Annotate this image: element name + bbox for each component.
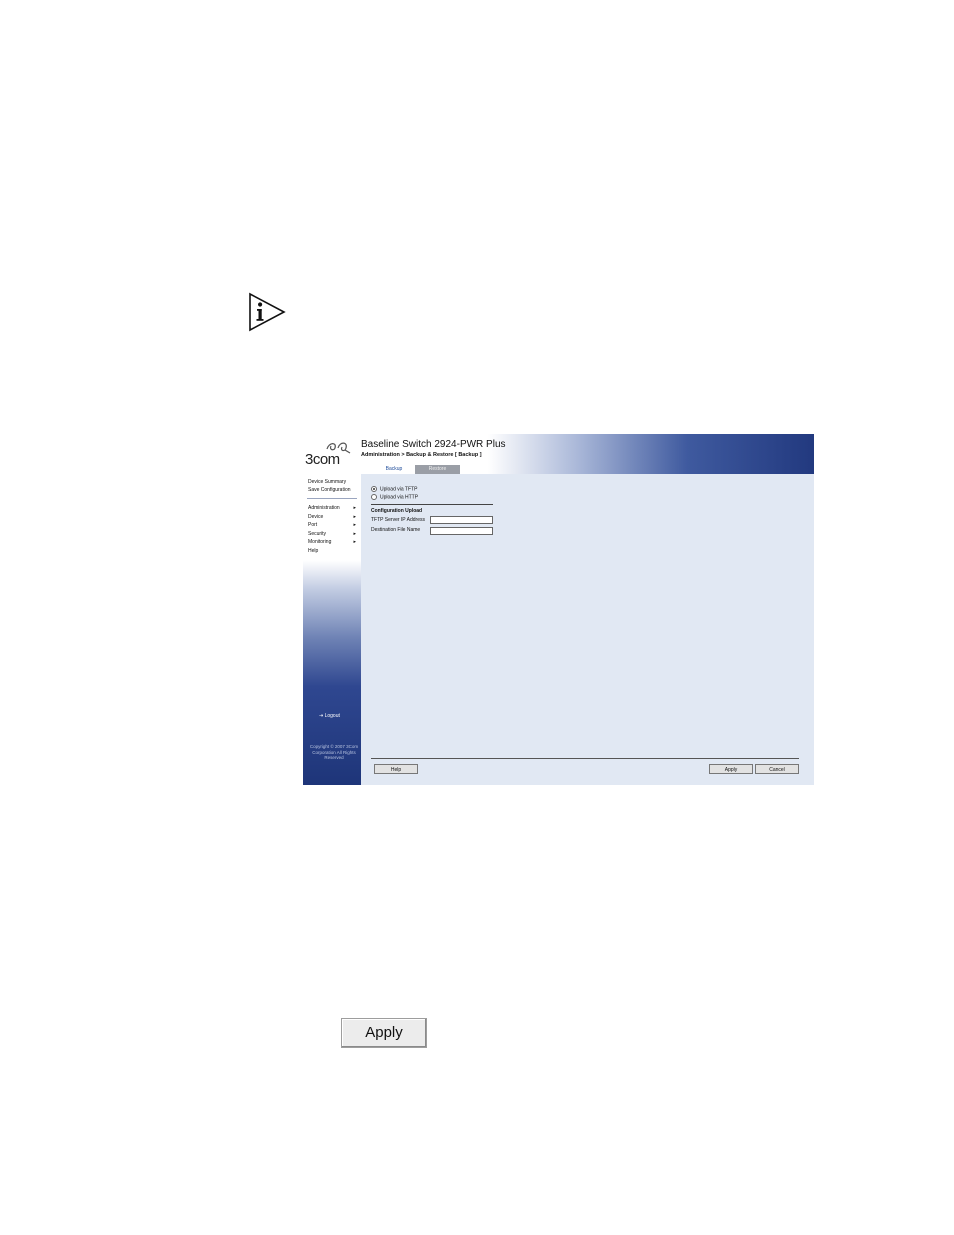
tab-restore[interactable]: Restore: [415, 465, 460, 474]
apply-button[interactable]: Apply: [709, 764, 753, 774]
copyright-text: Copyright © 2007 3Com Corporation All Ri…: [309, 744, 359, 760]
triangle-right-icon: ▸: [353, 539, 356, 545]
menu-label: Monitoring: [308, 539, 332, 545]
info-icon: [249, 292, 286, 332]
tftp-server-ip-input[interactable]: [430, 516, 493, 524]
tftp-server-ip-label: TFTP Server IP Address: [371, 517, 426, 523]
radio-button[interactable]: [371, 486, 377, 492]
menu-label: Device: [308, 514, 324, 520]
sidebar-item-security[interactable]: Security ▸: [308, 531, 356, 537]
device-summary-link[interactable]: Device Summary: [308, 479, 346, 485]
sidebar-item-administration[interactable]: Administration ▸: [308, 505, 356, 511]
radio-label: Upload via TFTP: [380, 486, 418, 493]
apply-button-example[interactable]: Apply: [341, 1018, 427, 1048]
triangle-right-icon: ▸: [353, 531, 356, 537]
menu-label: Help: [308, 548, 319, 554]
help-button[interactable]: Help: [374, 764, 418, 774]
brand-logo[interactable]: 3com: [305, 451, 340, 468]
logout-label: Logout: [324, 713, 340, 719]
destination-file-name-input[interactable]: [430, 527, 493, 535]
radio-label: Upload via HTTP: [380, 494, 419, 501]
logout-link[interactable]: ⇥ Logout: [319, 713, 340, 719]
section-divider: [371, 504, 493, 505]
switch-web-ui: 3com Device Summary Save Configuration A…: [303, 434, 814, 785]
logout-icon: ⇥: [319, 713, 324, 719]
sidebar-item-help[interactable]: Help: [308, 548, 356, 554]
triangle-right-icon: ▸: [353, 522, 356, 528]
section-title: Configuration Upload: [371, 508, 423, 514]
main-content: Upload via TFTP Upload via HTTP Configur…: [361, 474, 814, 785]
menu-label: Administration: [308, 505, 340, 511]
page-title: Baseline Switch 2924-PWR Plus: [361, 439, 506, 450]
destination-file-name-label: Destination File Name: [371, 527, 421, 533]
upload-tftp-option[interactable]: Upload via TFTP: [371, 486, 417, 492]
menu-label: Security: [308, 531, 327, 537]
cancel-button[interactable]: Cancel: [755, 764, 799, 774]
radio-button[interactable]: [371, 494, 377, 500]
triangle-right-icon: ▸: [353, 505, 356, 511]
header-banner: Baseline Switch 2924-PWR Plus Administra…: [361, 434, 814, 474]
tab-backup[interactable]: Backup: [374, 465, 414, 474]
sidebar-item-monitoring[interactable]: Monitoring ▸: [308, 539, 356, 545]
upload-http-option[interactable]: Upload via HTTP: [371, 494, 418, 500]
save-configuration-link[interactable]: Save Configuration: [308, 487, 351, 493]
sidebar-divider: [307, 498, 357, 499]
sidebar-item-device[interactable]: Device ▸: [308, 514, 356, 520]
footer-divider: [371, 758, 799, 759]
triangle-right-icon: ▸: [353, 514, 356, 520]
breadcrumb: Administration > Backup & Restore [ Back…: [361, 452, 482, 458]
sidebar: 3com Device Summary Save Configuration A…: [303, 434, 361, 785]
sidebar-item-port[interactable]: Port ▸: [308, 522, 356, 528]
menu-label: Port: [308, 522, 318, 528]
